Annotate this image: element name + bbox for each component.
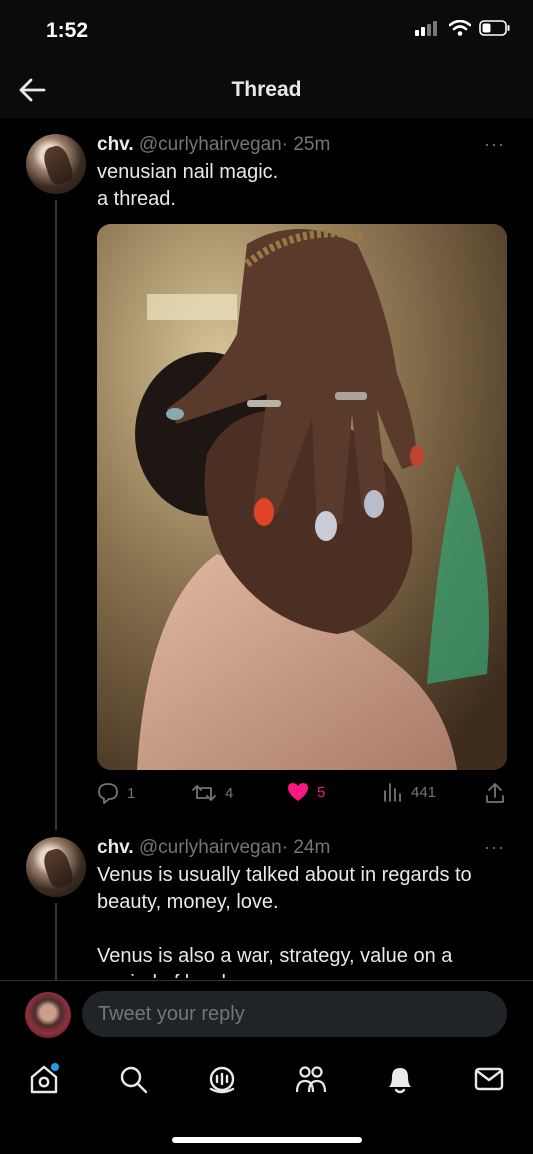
tweet-text-line: myriad of levels bbox=[97, 970, 497, 978]
reply-input[interactable] bbox=[82, 991, 507, 1037]
views-chart-icon bbox=[384, 783, 401, 802]
tweet-time: · 25m bbox=[281, 134, 331, 155]
like-count: 5 bbox=[317, 783, 326, 801]
tweet-text: Venus is usually talked about in regards… bbox=[97, 862, 497, 978]
tweet-text-line: a thread. bbox=[97, 188, 176, 210]
share-icon bbox=[486, 783, 504, 803]
cellular-signal-icon bbox=[415, 21, 437, 36]
thread-connector-line bbox=[55, 903, 57, 983]
tweet-text-line: beauty, money, love. bbox=[97, 891, 279, 913]
views-action[interactable]: 441 bbox=[383, 782, 436, 802]
tweet-text-line: Venus is usually talked about in regards… bbox=[97, 864, 472, 886]
author-name[interactable]: chv. bbox=[97, 134, 134, 155]
communities-icon[interactable] bbox=[294, 1062, 328, 1096]
views-count: 441 bbox=[411, 783, 437, 801]
share-action[interactable] bbox=[485, 782, 505, 804]
tweet-text: venusian nail magic. a thread. bbox=[97, 159, 497, 213]
tweet-actions: 1 4 5 441 bbox=[97, 782, 509, 806]
tweet-time: · 24m bbox=[281, 837, 331, 858]
tweet-text-line bbox=[97, 916, 497, 943]
battery-icon bbox=[479, 20, 510, 36]
spaces-icon[interactable] bbox=[205, 1062, 239, 1096]
reply-compose-bar bbox=[0, 980, 533, 1047]
photo-illustration bbox=[97, 224, 507, 770]
author-name[interactable]: chv. bbox=[97, 837, 134, 858]
heart-icon bbox=[288, 783, 308, 801]
my-avatar[interactable] bbox=[25, 992, 71, 1038]
page-title: Thread bbox=[231, 78, 302, 101]
wifi-icon bbox=[449, 20, 471, 36]
tweet-text-line: Venus is also a war, strategy, value on … bbox=[97, 945, 453, 967]
home-indicator[interactable] bbox=[172, 1137, 362, 1143]
status-time: 1:52 bbox=[46, 19, 89, 42]
thread-connector-line bbox=[55, 200, 57, 830]
thread-header: Thread bbox=[0, 60, 533, 118]
avatar[interactable] bbox=[26, 134, 86, 194]
reply-icon bbox=[98, 783, 118, 804]
author-handle[interactable]: @curlyhairvegan bbox=[139, 134, 282, 155]
avatar[interactable] bbox=[26, 837, 86, 897]
like-action[interactable]: 5 bbox=[287, 782, 325, 802]
home-icon[interactable] bbox=[27, 1062, 61, 1096]
more-options-icon[interactable]: ··· bbox=[484, 837, 505, 858]
tweet-text-line: venusian nail magic. bbox=[97, 161, 279, 183]
more-options-icon[interactable]: ··· bbox=[484, 134, 505, 155]
retweet-action[interactable]: 4 bbox=[191, 782, 233, 804]
tweet-photo[interactable] bbox=[97, 224, 507, 770]
tweet-header: chv. @curlyhairvegan· 25m bbox=[97, 134, 330, 156]
retweet-icon bbox=[192, 785, 216, 801]
search-icon[interactable] bbox=[116, 1062, 150, 1096]
reply-action[interactable]: 1 bbox=[97, 782, 135, 804]
retweet-count: 4 bbox=[225, 784, 234, 802]
author-handle[interactable]: @curlyhairvegan bbox=[139, 837, 282, 858]
tweet-header: chv. @curlyhairvegan· 24m bbox=[97, 837, 330, 859]
status-bar: 1:52 bbox=[0, 0, 533, 60]
notifications-icon[interactable] bbox=[383, 1062, 417, 1096]
reply-count: 1 bbox=[127, 784, 136, 802]
messages-icon[interactable] bbox=[472, 1062, 506, 1096]
